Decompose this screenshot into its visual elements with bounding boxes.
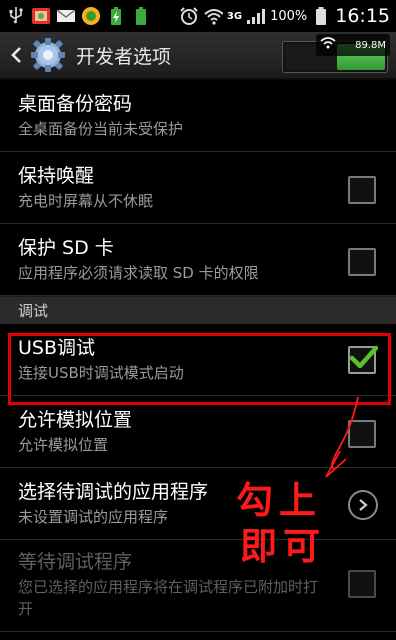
wifi-mini-icon: [320, 37, 336, 49]
setting-summary: 充电时屏幕从不休眠: [18, 192, 154, 210]
setting-summary: 未设置调试的应用程序: [18, 508, 169, 526]
chevron-right-icon[interactable]: [348, 490, 378, 520]
status-bar: 3G 100% 16:15: [0, 0, 396, 32]
back-chevron-icon[interactable]: [6, 32, 26, 78]
setting-protect-sd[interactable]: 保护 SD 卡 应用程序必须请求读取 SD 卡的权限: [0, 224, 396, 296]
memory-readout: 89.8M: [355, 39, 386, 51]
gallery-icon: [31, 6, 51, 26]
setting-summary: 应用程序必须请求读取 SD 卡的权限: [18, 264, 259, 282]
setting-summary: 您已选择的应用程序将在调试程序已附加时打开: [18, 578, 319, 618]
setting-title: 桌面备份密码: [18, 93, 133, 115]
setting-summary: 全桌面备份当前未受保护: [18, 120, 184, 138]
protect-sd-checkbox[interactable]: [348, 248, 376, 276]
mail-icon: [56, 6, 76, 26]
battery-saver-icon: [106, 6, 126, 26]
network-speed-overlay: 89.8M: [316, 34, 390, 56]
wifi-icon: [203, 6, 223, 26]
battery-100-icon: [131, 6, 151, 26]
action-bar: 开发者选项 89.8M: [0, 32, 396, 80]
stay-awake-checkbox[interactable]: [348, 176, 376, 204]
alarm-icon: [179, 6, 199, 26]
gear-icon[interactable]: [30, 37, 66, 73]
setting-title: 保持唤醒: [18, 165, 95, 187]
battery-icon: [311, 6, 331, 26]
android-icon: [81, 6, 101, 26]
setting-wait-for-debugger: 等待调试程序 您已选择的应用程序将在调试程序已附加时打开: [0, 540, 396, 632]
section-header-debug: 调试: [0, 296, 396, 324]
network-type-label: 3G: [226, 10, 243, 22]
signal-icon: [246, 6, 266, 26]
usb-icon: [6, 6, 26, 26]
page-title: 开发者选项: [76, 45, 172, 68]
wait-for-debugger-checkbox: [348, 570, 376, 598]
setting-stay-awake[interactable]: 保持唤醒 充电时屏幕从不休眠: [0, 152, 396, 224]
setting-title: 保护 SD 卡: [18, 237, 114, 259]
clock: 16:15: [335, 5, 390, 27]
battery-percent: 100%: [270, 8, 308, 24]
annotation-line-2: 即可: [240, 524, 326, 568]
setting-desktop-backup-password[interactable]: 桌面备份密码 全桌面备份当前未受保护: [0, 80, 396, 152]
